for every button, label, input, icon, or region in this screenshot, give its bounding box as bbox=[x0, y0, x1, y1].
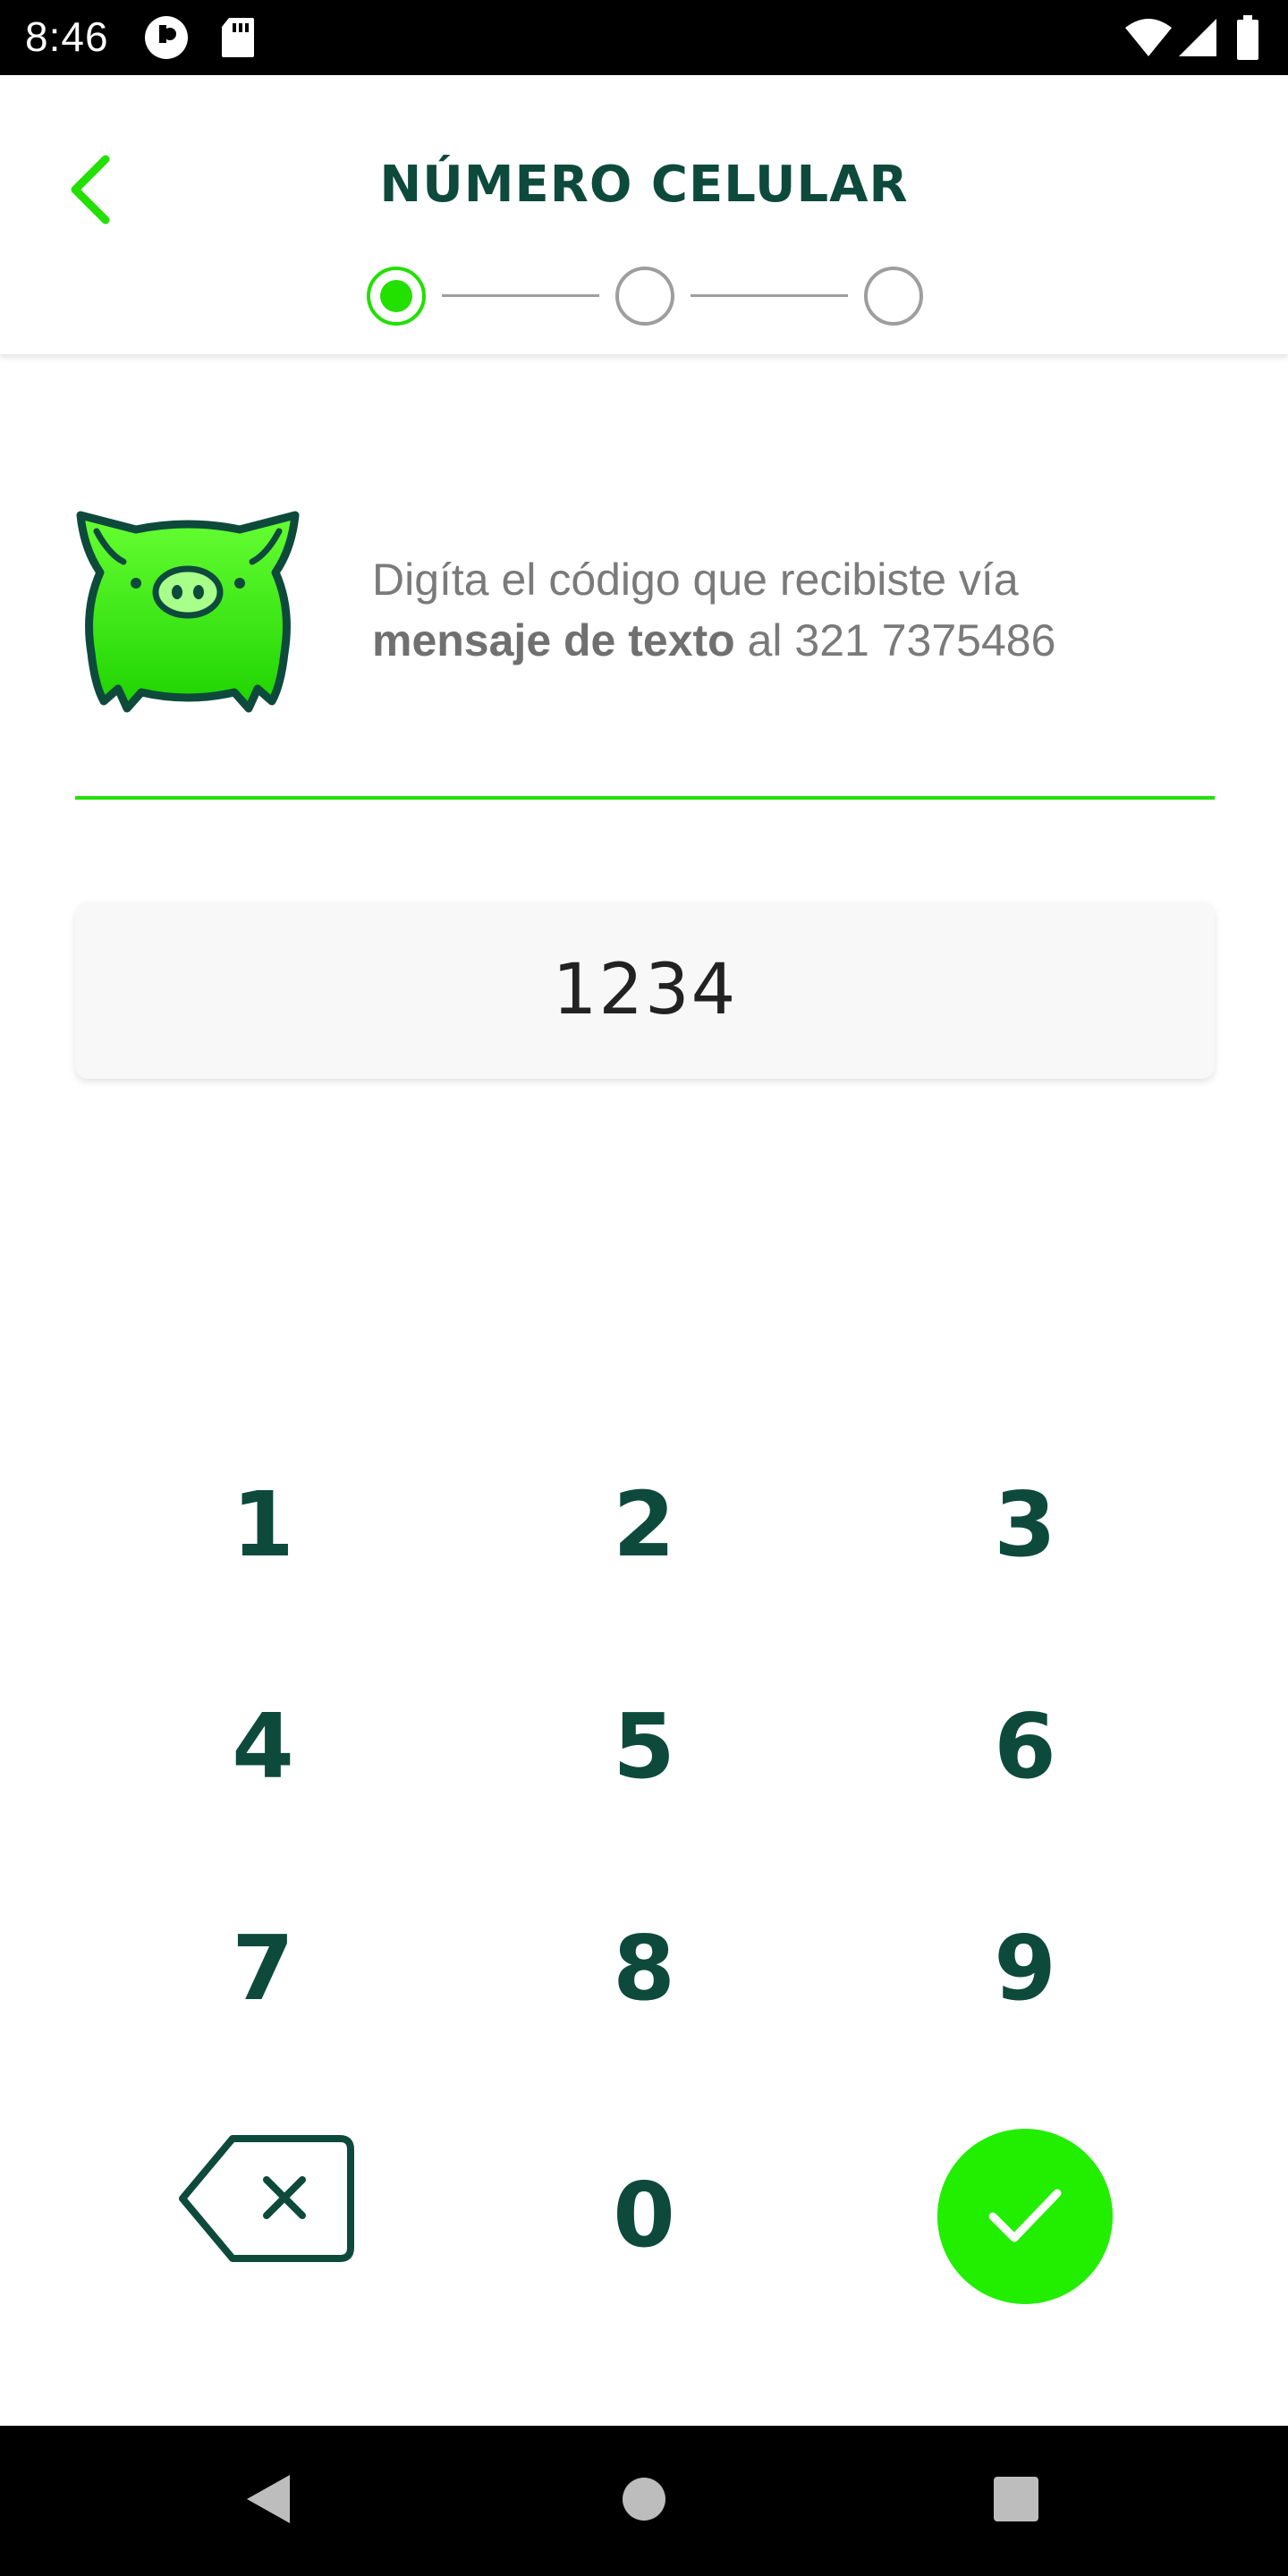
backspace-icon bbox=[177, 2133, 356, 2268]
page-title: NÚMERO CELULAR bbox=[379, 156, 909, 214]
instruction-text: Digíta el código que recibiste vía mensa… bbox=[372, 549, 1249, 671]
instruction-line-1: Digíta el código que recibiste vía bbox=[372, 555, 1019, 605]
key-7[interactable]: 7 bbox=[129, 1878, 397, 2057]
system-nav-bar bbox=[0, 2426, 1288, 2576]
wifi-icon bbox=[1123, 0, 1174, 75]
instruction-line-2: mensaje de texto al 321 7375486 bbox=[372, 610, 1249, 671]
back-triangle-icon bbox=[243, 2471, 293, 2531]
home-circle-icon bbox=[621, 2476, 667, 2527]
key-1[interactable]: 1 bbox=[129, 1435, 397, 1614]
key-6[interactable]: 6 bbox=[891, 1657, 1159, 1835]
recents-square-icon bbox=[992, 2475, 1040, 2528]
nav-recents-button[interactable] bbox=[980, 2465, 1052, 2537]
instruction-bold: mensaje de texto bbox=[372, 615, 735, 665]
nav-home-button[interactable] bbox=[608, 2465, 680, 2537]
confirm-button[interactable] bbox=[937, 2129, 1113, 2304]
key-3[interactable]: 3 bbox=[891, 1435, 1159, 1614]
step-1-indicator bbox=[367, 267, 426, 326]
step-2-indicator bbox=[615, 267, 674, 326]
key-4[interactable]: 4 bbox=[129, 1657, 397, 1835]
nav-back-button[interactable] bbox=[233, 2465, 304, 2537]
key-8[interactable]: 8 bbox=[510, 1878, 778, 2057]
step-connector bbox=[691, 294, 848, 297]
key-0[interactable]: 0 bbox=[510, 2125, 778, 2304]
status-time: 8:46 bbox=[25, 13, 109, 60]
cell-signal-icon bbox=[1177, 0, 1218, 75]
key-5[interactable]: 5 bbox=[510, 1657, 778, 1835]
sd-card-icon bbox=[220, 0, 256, 75]
step-connector bbox=[442, 294, 599, 297]
pig-logo-icon bbox=[73, 510, 302, 716]
key-9[interactable]: 9 bbox=[891, 1878, 1159, 2057]
step-3-indicator bbox=[864, 267, 923, 326]
check-icon bbox=[987, 2186, 1063, 2248]
key-2[interactable]: 2 bbox=[510, 1435, 778, 1614]
progress-stepper bbox=[0, 267, 1288, 329]
status-bar: 8:46 bbox=[0, 0, 1288, 75]
battery-icon bbox=[1236, 0, 1259, 75]
code-input[interactable]: 1234 bbox=[75, 902, 1215, 1079]
app-header: NÚMERO CELULAR bbox=[0, 75, 1288, 354]
delete-button[interactable] bbox=[172, 2129, 361, 2272]
instruction-phone: al 321 7375486 bbox=[734, 615, 1056, 665]
notification-app-icon bbox=[143, 0, 190, 75]
green-divider bbox=[75, 796, 1215, 800]
